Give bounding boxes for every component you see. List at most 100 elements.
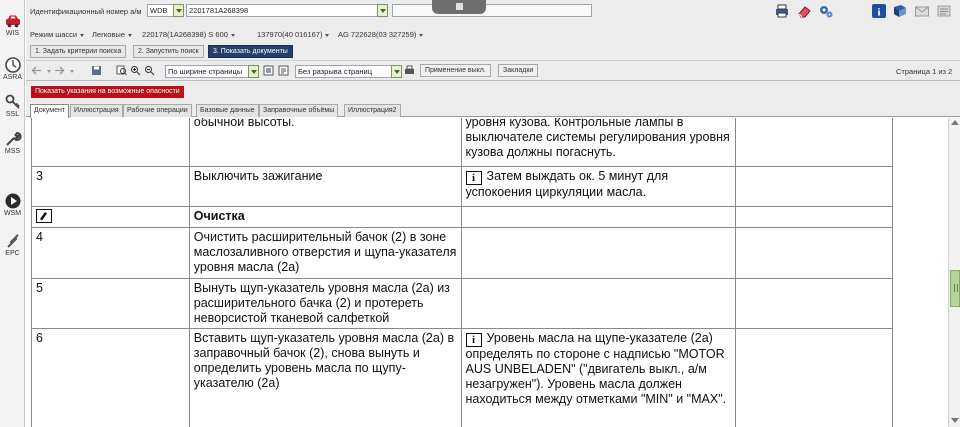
chevron-down-icon — [127, 33, 132, 37]
page-info: Страница 1 из 2 — [896, 67, 953, 76]
sidebar-item-wis[interactable]: WIS — [0, 12, 25, 37]
chassis-mode[interactable]: Режим шасси — [30, 30, 85, 39]
vin-bar: Идентификационный номер а/м WDB 2201781A… — [26, 0, 960, 24]
sidebar-item-mss[interactable]: MSS — [0, 130, 25, 155]
vertical-scrollbar[interactable] — [948, 118, 960, 427]
sidebar-item-wsm[interactable]: WSM — [0, 192, 25, 217]
info-icon[interactable]: i — [871, 3, 887, 19]
table-row: Очистка — [31, 206, 893, 228]
chevron-down-icon — [419, 33, 424, 37]
scrollbar-thumb[interactable] — [950, 270, 960, 307]
step-number — [31, 206, 190, 228]
document-tabs: Документ Иллюстрация Рабочие операции Ба… — [26, 102, 960, 118]
zoom-area-icon[interactable] — [116, 65, 127, 76]
warning-bar: Показать указания на возможные опасности — [26, 81, 960, 102]
step-bar: 1. Задать критерии поиска 2. Запустить п… — [26, 42, 960, 61]
step-number — [31, 118, 190, 167]
section-heading: Очистка — [188, 206, 462, 228]
table-row: 4 Очистить расширительный бачок (2) в зо… — [31, 227, 893, 279]
document-toolbar: По ширине страницы Без разрыва страниц П… — [26, 61, 960, 81]
step-note — [460, 206, 737, 228]
zoom-select[interactable]: По ширине страницы — [165, 65, 255, 78]
zoom-dropdown-icon[interactable] — [248, 65, 259, 78]
step-action: Очистить расширительный бачок (2) в зоне… — [188, 227, 462, 279]
sidebar-item-ssl[interactable]: SSL — [0, 93, 25, 118]
document-view[interactable]: обычной высоты. уровня кузова. Контрольн… — [26, 118, 948, 427]
chassis-engine[interactable]: 137970(40 016167) — [257, 30, 330, 39]
step-action-text: обычной высоты. — [193, 118, 295, 129]
chevron-down-icon — [80, 33, 85, 37]
tab-document[interactable]: Документ — [30, 104, 70, 118]
apply-button[interactable]: Применение выкл. — [420, 64, 491, 77]
zoom-in-icon[interactable] — [130, 65, 141, 76]
step-note-text: Затем выждать ок. 5 минут для успокоения… — [465, 169, 669, 199]
zoom-out-icon[interactable] — [144, 65, 155, 76]
procedure-table: обычной высоты. уровня кузова. Контрольн… — [31, 118, 893, 427]
step-action: Вынуть щуп-указатель уровня масла (2a) и… — [188, 278, 462, 329]
step-action: обычной высоты. — [188, 118, 462, 167]
vin-dropdown-icon[interactable] — [377, 4, 388, 17]
car-icon — [5, 15, 20, 28]
eraser-icon[interactable] — [796, 3, 812, 19]
tab-illustration[interactable]: Иллюстрация — [70, 104, 123, 117]
book-icon[interactable] — [892, 3, 908, 19]
sidebar-item-label: WIS — [5, 30, 20, 37]
step-extra — [735, 118, 893, 167]
step-extra — [735, 227, 893, 279]
back-arrow-icon[interactable] — [31, 65, 42, 76]
sidebar-item-label: SSL — [5, 111, 20, 118]
note-edit-icon — [36, 209, 52, 223]
print-icon[interactable] — [774, 3, 790, 19]
info-icon: i — [465, 333, 482, 347]
tab-fill-volumes[interactable]: Заправочные объёмы — [259, 104, 339, 117]
step-action: Вставить щуп-указатель уровня масла (2a)… — [188, 328, 462, 427]
step-criteria-button[interactable]: 1. Задать критерии поиска — [30, 45, 127, 58]
chassis-type[interactable]: Легковые — [92, 30, 132, 39]
fit-page-icon[interactable] — [278, 65, 289, 76]
bookmarks-button[interactable]: Закладки — [498, 64, 539, 77]
chevron-down-icon[interactable] — [70, 70, 74, 73]
settings-icon[interactable] — [936, 3, 952, 19]
clock-icon — [4, 57, 21, 73]
save-icon[interactable] — [91, 65, 102, 76]
chevron-down-icon — [230, 33, 235, 37]
vin-prefix-dropdown-icon[interactable] — [173, 4, 184, 17]
sidebar-item-epc[interactable]: EPC — [0, 232, 25, 257]
sidebar-item-label: EPC — [5, 250, 20, 257]
scroll-down-icon[interactable] — [951, 418, 959, 423]
step-note — [460, 278, 737, 329]
step-note: уровня кузова. Контрольные лампы в выклю… — [460, 118, 737, 167]
gears-icon[interactable] — [818, 3, 834, 19]
tab-work-operations[interactable]: Рабочие операции — [123, 104, 192, 117]
svg-text:i: i — [877, 7, 880, 19]
step-extra — [735, 278, 893, 329]
step-show-documents-button[interactable]: 3. Показать документы — [208, 45, 293, 58]
envelope-icon[interactable] — [914, 3, 930, 19]
page-view-icon[interactable] — [263, 65, 274, 76]
step-number: 3 — [31, 166, 190, 207]
chevron-down-icon[interactable] — [47, 70, 51, 73]
step-search-button[interactable]: 2. Запустить поиск — [133, 45, 204, 58]
show-warnings-button[interactable]: Показать указания на возможные опасности — [31, 86, 184, 98]
chevron-down-icon — [325, 33, 330, 37]
sidebar-item-label: WSM — [3, 210, 22, 217]
scroll-up-icon[interactable] — [951, 120, 959, 125]
popup-handle[interactable] — [432, 0, 486, 14]
sidebar-item-asra[interactable]: ASRA — [0, 56, 25, 81]
tab-basic-data[interactable]: Базовые данные — [196, 104, 259, 117]
page-break-dropdown-icon[interactable] — [391, 65, 402, 78]
key-icon — [5, 94, 20, 109]
page-break-select[interactable]: Без разрыва страниц — [295, 65, 399, 78]
app-sidebar: WIS ASRA SSL MSS WSM EPC — [0, 0, 25, 427]
chassis-transmission[interactable]: AG 722628(03 327259) — [338, 30, 424, 39]
forward-arrow-icon[interactable] — [54, 65, 65, 76]
tab-illustration2[interactable]: Иллюстрация2 — [344, 104, 401, 117]
table-row: обычной высоты. уровня кузова. Контрольн… — [31, 118, 893, 167]
wrench-icon — [5, 132, 22, 146]
step-note-text: Уровень масла на щупе-указателе (2a) опр… — [465, 331, 727, 406]
print-preview-icon[interactable] — [404, 65, 415, 76]
table-row: 6 Вставить щуп-указатель уровня масла (2… — [31, 328, 893, 427]
vin-input[interactable]: 2201781A268398 — [186, 4, 388, 17]
sidebar-item-label: MSS — [4, 148, 21, 155]
chassis-model[interactable]: 220178(1A268398) S 600 — [142, 30, 235, 39]
